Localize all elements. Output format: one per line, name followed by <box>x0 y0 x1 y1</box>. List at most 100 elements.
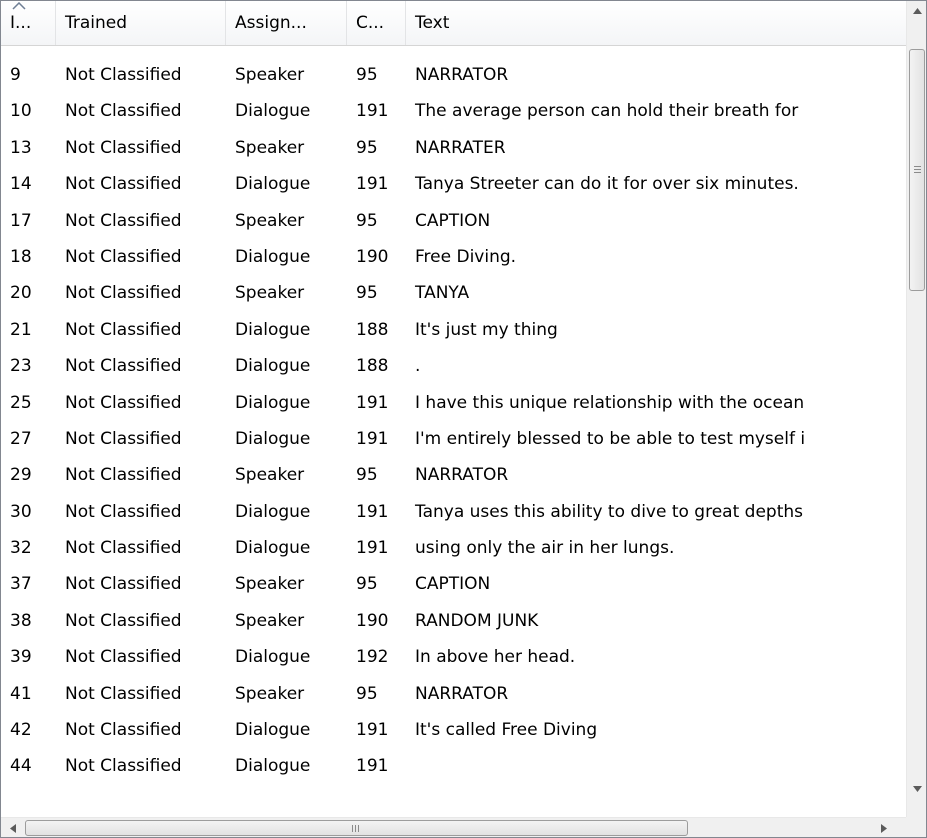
cell-id: 32 <box>10 538 32 559</box>
cell-c: 190 <box>356 246 389 267</box>
cell-id: 18 <box>10 246 32 267</box>
cell-text: . <box>415 356 421 377</box>
cell-text: I have this unique relationship with the… <box>415 392 805 413</box>
horizontal-scroll-thumb[interactable] <box>25 820 688 836</box>
cell-trained: Not Classified <box>65 356 182 377</box>
table-row[interactable]: 23 Not Classified Dialogue 188. <box>1 348 906 384</box>
scroll-left-button[interactable] <box>3 818 23 837</box>
cell-id: 39 <box>10 647 32 668</box>
cell-c: 191 <box>356 720 389 741</box>
table-row[interactable]: 17 Not Classified Speaker 95 CAPTION <box>1 203 906 239</box>
table-row[interactable]: 30 Not Classified Dialogue 191 Tanya uses th… <box>1 494 906 530</box>
table-row[interactable]: 32 Not Classified Dialogue 191 using only th… <box>1 530 906 566</box>
cell-text: NARRATER <box>415 137 506 158</box>
table-row[interactable]: 37 Not Classified Speaker 95 CAPTION <box>1 566 906 602</box>
cell-c: 191 <box>356 392 389 413</box>
cell-c: 188 <box>356 356 389 377</box>
scroll-right-button[interactable] <box>874 818 894 837</box>
cell-assign: Dialogue <box>235 101 311 122</box>
cell-assign: Dialogue <box>235 174 311 195</box>
table-row[interactable]: 44 Not Classified Dialogue 191 <box>1 748 906 784</box>
column-header-c[interactable]: C... <box>347 1 406 45</box>
table-row[interactable]: 10 Not Classified Dialogue 191 The average p… <box>1 93 906 129</box>
cell-text: It's just my thing <box>415 319 558 340</box>
grip-line <box>358 825 359 832</box>
cell-c: 95 <box>356 137 378 158</box>
cell-text: NARRATOR <box>415 65 509 85</box>
table-row[interactable]: 41 Not Classified Speaker 95 NARRATOR <box>1 676 906 712</box>
table-row[interactable]: 14 Not Classified Dialogue 191 Tanya Streete… <box>1 166 906 202</box>
cell-trained: Not Classified <box>65 210 182 231</box>
cell-c: 192 <box>356 647 389 668</box>
cell-trained: Not Classified <box>65 392 182 413</box>
cell-c: 95 <box>356 65 378 85</box>
cell-id: 14 <box>10 174 32 195</box>
cell-text: using only the air in her lungs. <box>415 538 675 559</box>
table-row[interactable]: 25 Not Classified Dialogue 191 I have this u… <box>1 385 906 421</box>
column-header-trained[interactable]: Trained <box>56 1 226 45</box>
cell-text: CAPTION <box>415 574 491 595</box>
scrollbar-corner <box>906 817 926 837</box>
cell-text: NARRATOR <box>415 683 509 704</box>
list-view: I... Trained Assign... C... Text 9 Not Cl… <box>0 0 927 838</box>
cell-text: Tanya uses this ability to dive to great… <box>415 501 803 522</box>
cell-id: 17 <box>10 210 32 231</box>
column-header-label: C... <box>356 13 385 33</box>
table-row[interactable]: 13 Not Classified Speaker 95 NARRATER <box>1 130 906 166</box>
cell-trained: Not Classified <box>65 683 182 704</box>
cell-id: 30 <box>10 501 32 522</box>
cell-trained: Not Classified <box>65 720 182 741</box>
cell-trained: Not Classified <box>65 574 182 595</box>
cell-c: 191 <box>356 428 389 449</box>
cell-text: RANDOM JUNK <box>415 610 539 631</box>
cell-id: 9 <box>10 65 21 85</box>
table-row[interactable]: 9 Not Classified Speaker 95 NARRATOR <box>1 57 906 93</box>
cell-text: Free Diving. <box>415 246 517 267</box>
chevron-left-icon <box>10 823 16 833</box>
column-header-text[interactable]: Text <box>406 1 906 45</box>
cell-trained: Not Classified <box>65 501 182 522</box>
cell-id: 20 <box>10 283 32 304</box>
cell-trained: Not Classified <box>65 756 182 777</box>
cell-id: 38 <box>10 610 32 631</box>
cell-assign: Speaker <box>235 465 305 486</box>
cell-trained: Not Classified <box>65 101 182 122</box>
cell-id: 13 <box>10 137 32 158</box>
table-row[interactable]: 42 Not Classified Dialogue 191 It's called F… <box>1 712 906 748</box>
vertical-scroll-thumb[interactable] <box>909 49 925 291</box>
cell-trained: Not Classified <box>65 246 182 267</box>
cell-text: The average person can hold their breath… <box>415 101 799 122</box>
horizontal-scrollbar[interactable] <box>1 817 906 837</box>
table-row[interactable]: 29 Not Classified Speaker 95 NARRATOR <box>1 457 906 493</box>
cell-c: 190 <box>356 610 389 631</box>
cell-text: I'm entirely blessed to be able to test … <box>415 428 806 449</box>
cell-trained: Not Classified <box>65 538 182 559</box>
column-header-label: Trained <box>65 13 128 33</box>
table-row[interactable]: 18 Not Classified Dialogue 190 Free Diving. <box>1 239 906 275</box>
cell-c: 95 <box>356 574 378 595</box>
column-header-label: Text <box>415 13 450 33</box>
cell-c: 191 <box>356 538 389 559</box>
cell-c: 191 <box>356 174 389 195</box>
column-header-assign[interactable]: Assign... <box>226 1 347 45</box>
cell-c: 95 <box>356 283 378 304</box>
scroll-down-button[interactable] <box>907 779 926 799</box>
table-row[interactable]: 20 Not Classified Speaker 95 TANYA <box>1 275 906 311</box>
table-row[interactable]: 38 Not Classified Speaker 190 RANDOM JUNK <box>1 603 906 639</box>
grip-line <box>352 825 353 832</box>
cell-assign: Speaker <box>235 610 305 631</box>
table-body: 9 Not Classified Speaker 95 NARRATOR 10 Not Cl… <box>1 57 906 785</box>
vertical-scrollbar[interactable] <box>906 1 926 817</box>
table-row[interactable]: 27 Not Classified Dialogue 191 I'm entirely … <box>1 421 906 457</box>
cell-trained: Not Classified <box>65 610 182 631</box>
column-header-id[interactable]: I... <box>1 1 56 45</box>
cell-trained: Not Classified <box>65 319 182 340</box>
cell-trained: Not Classified <box>65 283 182 304</box>
scroll-up-button[interactable] <box>907 1 926 21</box>
table-row[interactable]: 39 Not Classified Dialogue 192 In above her … <box>1 639 906 675</box>
grip-line <box>914 166 921 167</box>
cell-id: 21 <box>10 319 32 340</box>
table-row[interactable]: 21 Not Classified Dialogue 188 It's just my … <box>1 312 906 348</box>
chevron-up-icon <box>912 8 922 14</box>
cell-id: 37 <box>10 574 32 595</box>
